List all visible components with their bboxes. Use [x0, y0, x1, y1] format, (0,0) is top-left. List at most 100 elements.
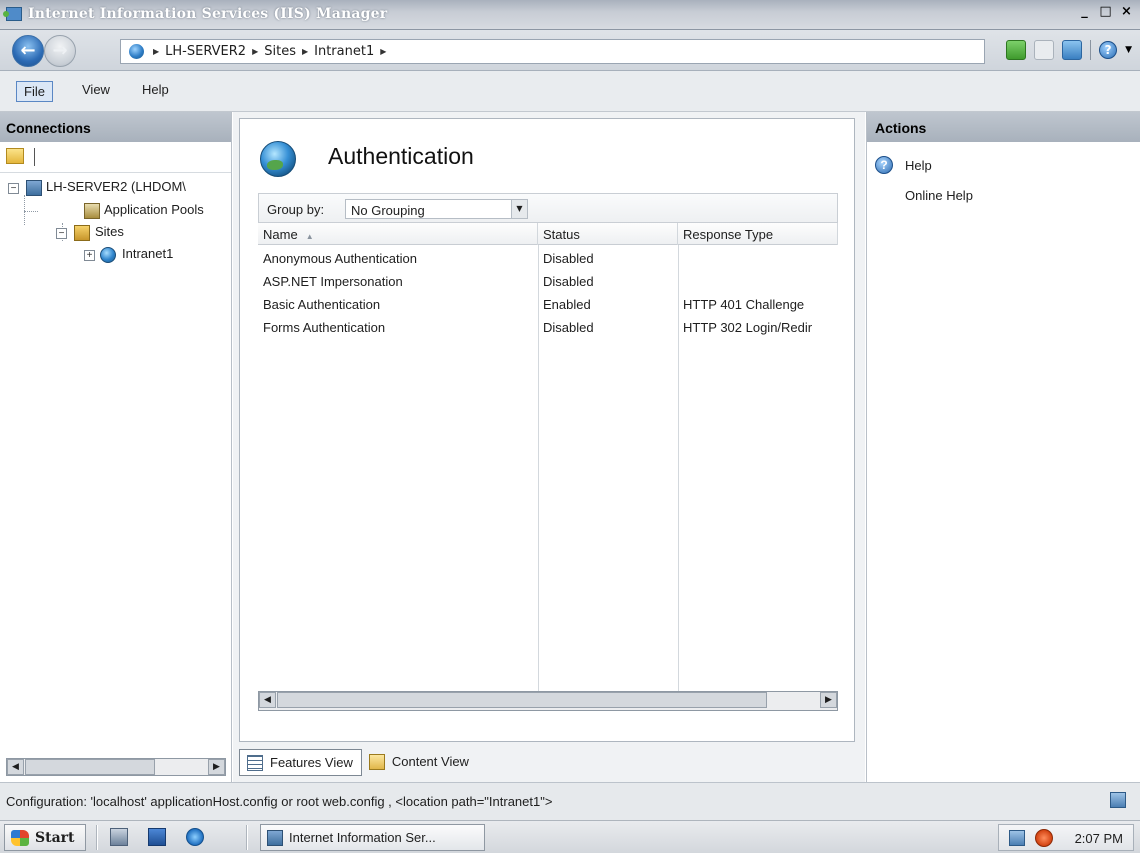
content-card: Authentication Group by: No Grouping ▼ N… [239, 118, 855, 742]
crumb-site[interactable]: Intranet1 [314, 44, 374, 59]
mail-icon[interactable] [1034, 40, 1055, 60]
group-by-value: No Grouping [351, 203, 425, 218]
tab-features-view[interactable]: Features View [239, 749, 362, 776]
taskbar-divider [246, 825, 248, 850]
start-button[interactable]: Start [4, 824, 86, 851]
tree-item-intranet1[interactable]: + Intranet1 [0, 246, 231, 269]
window-title: Internet Information Services (IIS) Mana… [28, 6, 388, 22]
tree-label-app-pools: Application Pools [104, 202, 204, 217]
cell-status: Disabled [543, 251, 594, 266]
globe-icon [100, 247, 116, 263]
title-bar: Internet Information Services (IIS) Mana… [0, 0, 1140, 30]
menu-bar: File View Help [0, 71, 1140, 112]
tab-content-view[interactable]: Content View [362, 749, 477, 776]
crumb-separator-icon[interactable]: ▶ [252, 47, 258, 56]
iis-app-icon [3, 7, 22, 21]
taskbar: Start Internet Information Ser... 2:07 P… [0, 820, 1140, 853]
taskbar-divider [96, 825, 98, 850]
maximize-button[interactable]: □ [1096, 4, 1115, 22]
network-icon[interactable] [1009, 830, 1025, 846]
crumb-sites[interactable]: Sites [264, 44, 296, 59]
tree-item-app-pools[interactable]: Application Pools [0, 200, 231, 223]
features-view-icon [247, 755, 263, 771]
cell-status: Disabled [543, 274, 594, 289]
server-icon [26, 180, 42, 196]
help-icon[interactable]: ? [1099, 41, 1118, 59]
scroll-left-icon[interactable]: ◀ [259, 692, 276, 708]
status-text: Configuration: 'localhost' applicationHo… [6, 794, 553, 809]
globe-icon [129, 44, 144, 59]
column-response-type[interactable]: Response Type [678, 223, 838, 245]
collapse-icon[interactable]: − [8, 183, 19, 194]
page-title: Authentication [328, 143, 474, 169]
horizontal-scrollbar[interactable]: ◀ ▶ [258, 691, 838, 711]
tab-features-label: Features View [270, 755, 353, 770]
menu-file[interactable]: File [16, 81, 53, 102]
column-status[interactable]: Status [538, 223, 678, 245]
minimize-button[interactable]: _ [1075, 4, 1094, 22]
scroll-thumb[interactable] [277, 692, 767, 708]
authentication-table: Name ▲ Status Response Type Anonymous Aut… [258, 223, 838, 713]
taskbar-window-button[interactable]: Internet Information Ser... [260, 824, 485, 851]
close-button[interactable]: × [1117, 4, 1136, 22]
action-help-label: Help [905, 158, 932, 173]
crumb-separator-icon[interactable]: ▶ [153, 47, 159, 56]
action-online-help[interactable]: Online Help [905, 188, 973, 203]
column-name-label: Name [263, 227, 298, 242]
address-bar: ← → ▶ LH-SERVER2 ▶ Sites ▶ Intranet1 ▶ ?… [0, 30, 1140, 71]
scroll-right-icon[interactable]: ▶ [820, 692, 837, 708]
table-row[interactable]: Basic Authentication Enabled HTTP 401 Ch… [258, 293, 838, 317]
breadcrumb[interactable]: ▶ LH-SERVER2 ▶ Sites ▶ Intranet1 ▶ [120, 39, 985, 64]
crumb-separator-icon[interactable]: ▶ [302, 47, 308, 56]
clock[interactable]: 2:07 PM [1075, 831, 1123, 846]
connect-icon[interactable] [1006, 40, 1027, 60]
menu-help[interactable]: Help [142, 82, 169, 97]
back-button[interactable]: ← [12, 35, 44, 67]
actions-panel: Actions ? Help Online Help [866, 112, 1140, 782]
internet-explorer-icon[interactable] [186, 828, 204, 846]
menu-view[interactable]: View [82, 82, 110, 97]
start-label: Start [35, 830, 75, 846]
help-icon: ? [875, 156, 893, 174]
system-tray: 2:07 PM [998, 824, 1134, 851]
forward-button[interactable]: → [44, 35, 76, 67]
home-icon[interactable] [1062, 40, 1083, 60]
back-arrow-icon: ← [20, 40, 36, 61]
cell-status: Disabled [543, 320, 594, 335]
cell-response-type: HTTP 401 Challenge [683, 297, 805, 312]
forward-arrow-icon: → [52, 40, 68, 61]
crumb-separator-icon[interactable]: ▶ [380, 47, 386, 56]
tree-item-sites[interactable]: − Sites [0, 223, 231, 246]
show-desktop-icon[interactable] [148, 828, 166, 846]
chevron-down-icon[interactable]: ▼ [1125, 45, 1132, 55]
create-connection-icon[interactable] [6, 148, 24, 164]
column-name[interactable]: Name ▲ [258, 223, 538, 245]
table-row[interactable]: Anonymous Authentication Disabled [258, 247, 838, 271]
scroll-thumb[interactable] [25, 759, 155, 775]
scroll-left-icon[interactable]: ◀ [7, 759, 24, 775]
table-row[interactable]: Forms Authentication Disabled HTTP 302 L… [258, 316, 838, 340]
tree-item-server[interactable]: − LH-SERVER2 (LHDOM\ [0, 177, 231, 200]
scroll-right-icon[interactable]: ▶ [208, 759, 225, 775]
expand-icon[interactable]: + [84, 250, 95, 261]
table-header: Name ▲ Status Response Type [258, 223, 838, 245]
tree-label-site: Intranet1 [122, 246, 174, 261]
group-by-bar: Group by: No Grouping ▼ [258, 193, 838, 223]
cell-name: Anonymous Authentication [263, 251, 417, 266]
tree-label-sites: Sites [95, 224, 124, 239]
cell-response-type: HTTP 302 Login/Redir [683, 320, 813, 335]
tab-content-label: Content View [391, 754, 469, 769]
group-by-select[interactable]: No Grouping ▼ [345, 199, 528, 219]
crumb-server[interactable]: LH-SERVER2 [165, 44, 246, 59]
window-controls: _ □ × [1075, 4, 1136, 22]
horizontal-scrollbar[interactable]: ◀ ▶ [6, 758, 226, 776]
chevron-down-icon[interactable]: ▼ [511, 200, 527, 218]
volume-icon[interactable] [1035, 829, 1053, 847]
authentication-globe-icon [260, 141, 296, 177]
collapse-icon[interactable]: − [56, 228, 67, 239]
app-pool-icon [84, 203, 100, 219]
table-row[interactable]: ASP.NET Impersonation Disabled [258, 270, 838, 294]
server-manager-icon[interactable] [110, 828, 128, 846]
column-status-label: Status [543, 227, 580, 242]
group-by-label: Group by: [267, 202, 325, 217]
